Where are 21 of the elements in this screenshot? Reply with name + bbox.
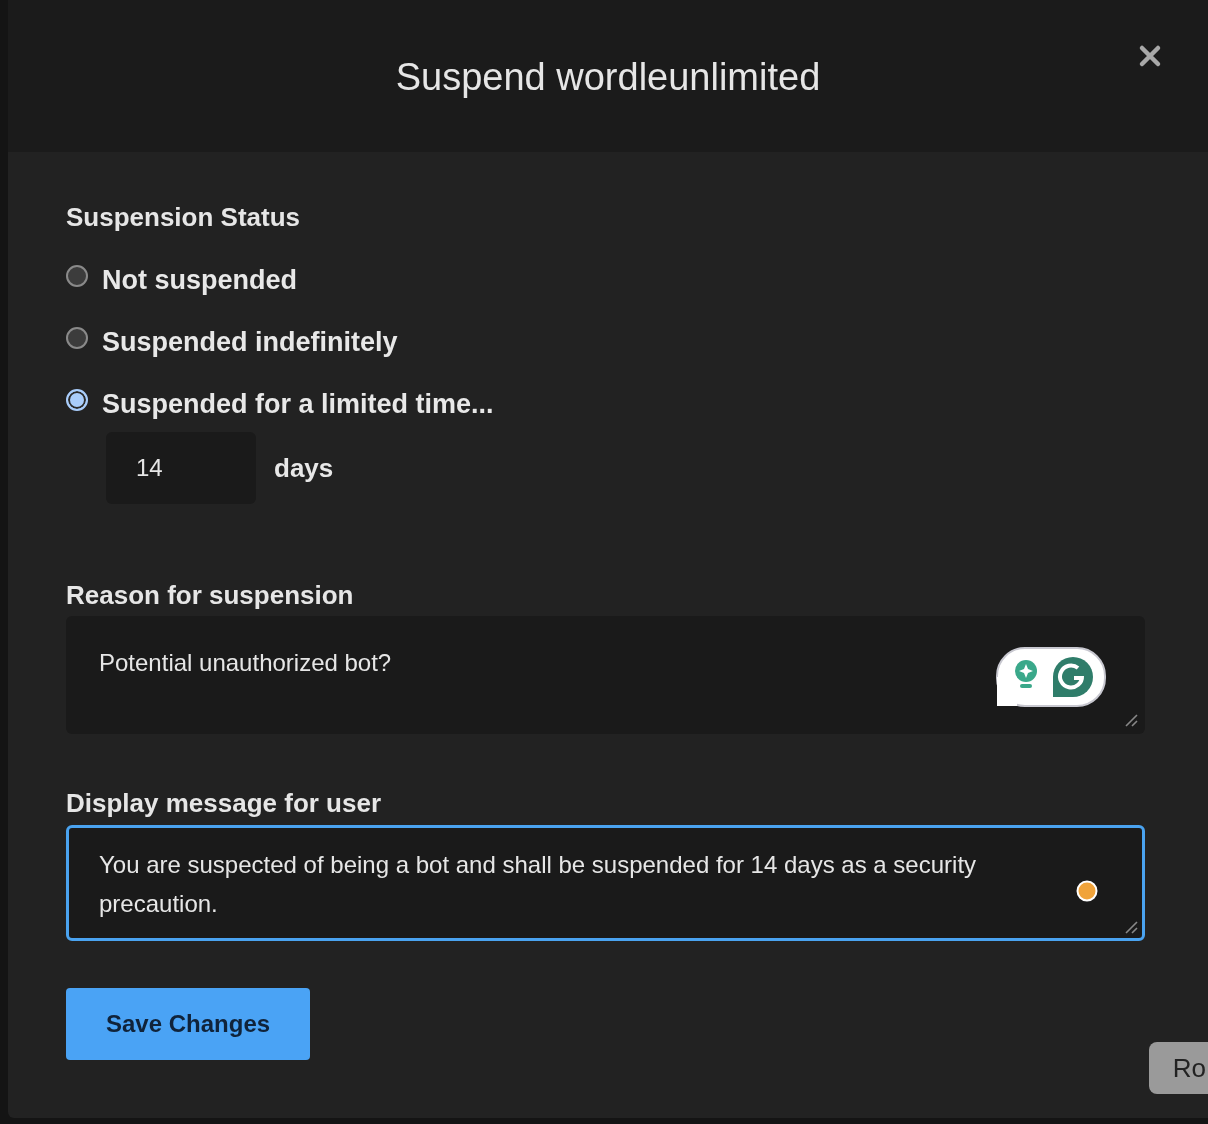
- radio-button[interactable]: [66, 389, 88, 411]
- field-label: Display message for user: [66, 788, 383, 819]
- field-label: Reason for suspension: [66, 580, 355, 611]
- dialog-title: Suspend wordleunlimited: [395, 55, 821, 99]
- status-dot-icon: [1076, 880, 1098, 902]
- message-input-field[interactable]: You are suspected of being a bot and shall be suspended for 14 days as a security precaution.: [66, 825, 1145, 941]
- save-button[interactable]: Save Changes: [66, 988, 311, 1060]
- radio-label[interactable]: Suspended indefinitely: [102, 326, 398, 358]
- radio-button[interactable]: [66, 265, 88, 287]
- radio-label[interactable]: Suspended for a limited time...: [102, 388, 494, 420]
- resize-handle-icon[interactable]: [1124, 920, 1138, 934]
- radio-button[interactable]: [66, 327, 88, 349]
- grammarly-widget-icon[interactable]: [996, 647, 1106, 707]
- reason-input-field[interactable]: Potential unauthorized bot?: [66, 616, 1145, 734]
- days-input-field[interactable]: 14: [106, 432, 256, 504]
- days-label: days: [274, 452, 334, 484]
- resize-handle-icon[interactable]: [1124, 713, 1138, 727]
- section-label: Suspension Status: [66, 202, 302, 233]
- radio-label[interactable]: Not suspended: [102, 264, 297, 296]
- close-icon[interactable]: [1138, 44, 1162, 68]
- partial-button[interactable]: Ro: [1148, 1042, 1208, 1094]
